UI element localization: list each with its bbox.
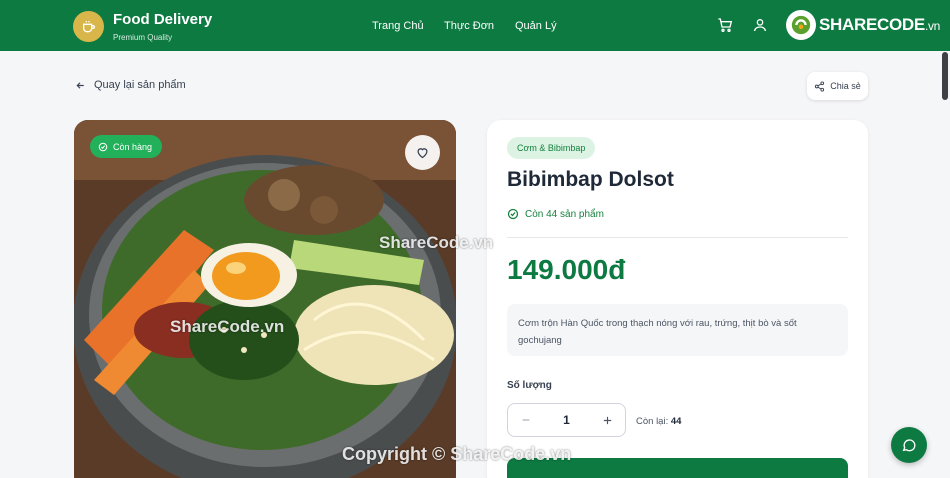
coffee-cup-logo-icon[interactable]: [73, 11, 104, 42]
product-description: Cơm trộn Hàn Quốc trong thạch nóng với r…: [507, 304, 848, 356]
share-label: Chia sẻ: [830, 81, 861, 91]
chat-bubble-icon: [902, 439, 916, 452]
remaining-value: 44: [670, 416, 682, 427]
arrow-left-icon: [76, 81, 84, 89]
share-button[interactable]: Chia sẻ: [807, 72, 868, 100]
bibimbap-bowl-image: [74, 120, 456, 478]
brand-subtitle: Premium Quality: [113, 33, 173, 42]
product-image-card: Còn hàng: [74, 120, 456, 478]
remaining-label: Còn lại:: [636, 416, 669, 427]
watermark-center: ShareCode.vn: [379, 233, 494, 252]
divider: [507, 237, 848, 238]
sharecode-watermark-text: SHARECODE.vn: [819, 15, 941, 34]
share-icon: [815, 80, 825, 92]
product-info-card: Cơm & Bibimbap Bibimbap Dolsot Còn 44 sả…: [487, 120, 868, 478]
favorite-button[interactable]: [405, 135, 440, 170]
nav-link-manage[interactable]: Quản Lý: [515, 20, 557, 32]
category-chip[interactable]: Cơm & Bibimbap: [507, 137, 596, 159]
quantity-value[interactable]: 1: [563, 413, 570, 427]
watermark-copyright: Copyright © ShareCode.vn: [342, 444, 572, 464]
cart-icon[interactable]: [717, 17, 733, 33]
nav-link-menu[interactable]: Thực Đơn: [444, 20, 494, 32]
stock-count-label: Còn 44 sản phẩm: [525, 208, 604, 220]
scrollbar-thumb[interactable]: [942, 52, 948, 100]
user-icon[interactable]: [752, 17, 768, 33]
back-to-products-link[interactable]: Quay lại sản phẩm: [75, 79, 186, 91]
sharecode-watermark-logo: SHARECODE.vn: [786, 8, 942, 42]
in-stock-badge: Còn hàng: [90, 135, 163, 158]
plus-icon: [603, 416, 611, 424]
minus-icon: [522, 419, 530, 421]
product-price: 149.000đ: [507, 254, 626, 285]
product-name: Bibimbap Dolsot: [507, 168, 674, 191]
sharecode-badge-icon: [786, 10, 816, 40]
increase-quantity-button[interactable]: [599, 412, 615, 428]
brand-title[interactable]: Food Delivery: [113, 11, 212, 28]
top-navbar: Food Delivery Premium Quality Trang Chủ …: [0, 0, 950, 51]
decrease-quantity-button[interactable]: [518, 412, 534, 428]
quantity-stepper: 1: [507, 403, 626, 437]
in-stock-label: Còn hàng: [113, 141, 153, 152]
watermark-left: ShareCode.vn: [170, 317, 285, 336]
remaining-stock: Còn lại: 44: [636, 416, 681, 427]
quantity-label: Số lượng: [507, 380, 552, 391]
check-circle-icon: [507, 208, 519, 220]
check-circle-icon: [98, 142, 108, 151]
nav-link-home[interactable]: Trang Chủ: [372, 20, 424, 32]
chat-button[interactable]: [891, 427, 927, 463]
back-link-label: Quay lại sản phẩm: [94, 79, 186, 91]
stock-count: Còn 44 sản phẩm: [507, 208, 604, 220]
heart-icon: [417, 148, 428, 159]
